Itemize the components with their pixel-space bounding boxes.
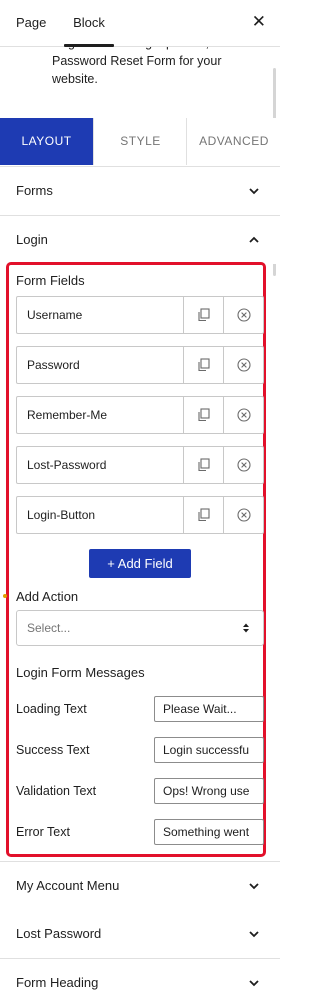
select-arrows-icon bbox=[243, 623, 249, 633]
chevron-down-icon bbox=[249, 931, 259, 938]
success-text-input[interactable]: Login successfu bbox=[154, 737, 264, 763]
close-icon[interactable]: ✕ bbox=[252, 0, 266, 46]
copy-icon[interactable] bbox=[184, 347, 223, 383]
remove-circle-icon[interactable] bbox=[224, 297, 263, 333]
field-row-login-button[interactable]: Login-Button bbox=[16, 496, 264, 534]
copy-icon[interactable] bbox=[184, 397, 223, 433]
select-value: Select... bbox=[27, 621, 71, 635]
field-name: Lost-Password bbox=[27, 458, 107, 472]
copy-icon[interactable] bbox=[184, 297, 223, 333]
field-row-lost-password[interactable]: Lost-Password bbox=[16, 446, 264, 484]
field-row-username[interactable]: Username bbox=[16, 296, 264, 334]
copy-icon[interactable] bbox=[184, 447, 223, 483]
panel-login[interactable]: Login bbox=[0, 216, 280, 264]
panel-forms[interactable]: Forms bbox=[0, 167, 280, 216]
panel-title: Forms bbox=[16, 183, 53, 198]
panel-title: My Account Menu bbox=[16, 878, 120, 893]
remove-circle-icon[interactable] bbox=[224, 447, 263, 483]
settings-tabs: LAYOUT STYLE ADVANCED bbox=[0, 118, 280, 167]
message-label: Validation Text bbox=[16, 784, 97, 798]
panel-title: Lost Password bbox=[16, 926, 102, 941]
remove-circle-icon[interactable] bbox=[224, 397, 263, 433]
panel-title: Login bbox=[16, 232, 48, 247]
copy-icon[interactable] bbox=[184, 497, 223, 533]
login-form-messages-label: Login Form Messages bbox=[16, 665, 145, 680]
remove-circle-icon[interactable] bbox=[224, 497, 263, 533]
field-name: Remember-Me bbox=[27, 408, 108, 422]
field-row-password[interactable]: Password bbox=[16, 346, 264, 384]
tab-advanced[interactable]: ADVANCED bbox=[186, 118, 281, 165]
message-label: Loading Text bbox=[16, 702, 87, 716]
marker-dot bbox=[3, 594, 7, 598]
field-name: Login-Button bbox=[27, 508, 96, 522]
tab-block[interactable]: Block bbox=[64, 0, 114, 47]
panel-lost-password[interactable]: Lost Password bbox=[0, 910, 280, 959]
panel-my-account-menu[interactable]: My Account Menu bbox=[0, 861, 280, 911]
field-name: Password bbox=[27, 358, 80, 372]
validation-text-input[interactable]: Ops! Wrong use bbox=[154, 778, 264, 804]
field-name: Username bbox=[27, 308, 83, 322]
add-action-label: Add Action bbox=[16, 589, 79, 604]
chevron-up-icon bbox=[249, 236, 259, 243]
tab-style[interactable]: STYLE bbox=[93, 118, 187, 165]
chevron-down-icon bbox=[249, 188, 259, 195]
field-row-remember-me[interactable]: Remember-Me bbox=[16, 396, 264, 434]
add-action-select[interactable]: Select... bbox=[16, 610, 264, 646]
panel-form-heading[interactable]: Form Heading bbox=[0, 959, 280, 1007]
tab-page[interactable]: Page bbox=[16, 0, 46, 46]
editor-sidebar-header: Page Block ✕ bbox=[0, 0, 280, 47]
message-label: Success Text bbox=[16, 743, 90, 757]
panel-title: Form Heading bbox=[16, 975, 99, 990]
message-label: Error Text bbox=[16, 825, 70, 839]
loading-text-input[interactable]: Please Wait... bbox=[154, 696, 264, 722]
add-field-button[interactable]: + Add Field bbox=[89, 549, 191, 578]
form-fields-label: Form Fields bbox=[16, 273, 85, 288]
tab-layout[interactable]: LAYOUT bbox=[0, 118, 93, 165]
remove-circle-icon[interactable] bbox=[224, 347, 263, 383]
chevron-down-icon bbox=[249, 883, 259, 890]
error-text-input[interactable]: Something went bbox=[154, 819, 264, 845]
chevron-down-icon bbox=[249, 980, 259, 987]
